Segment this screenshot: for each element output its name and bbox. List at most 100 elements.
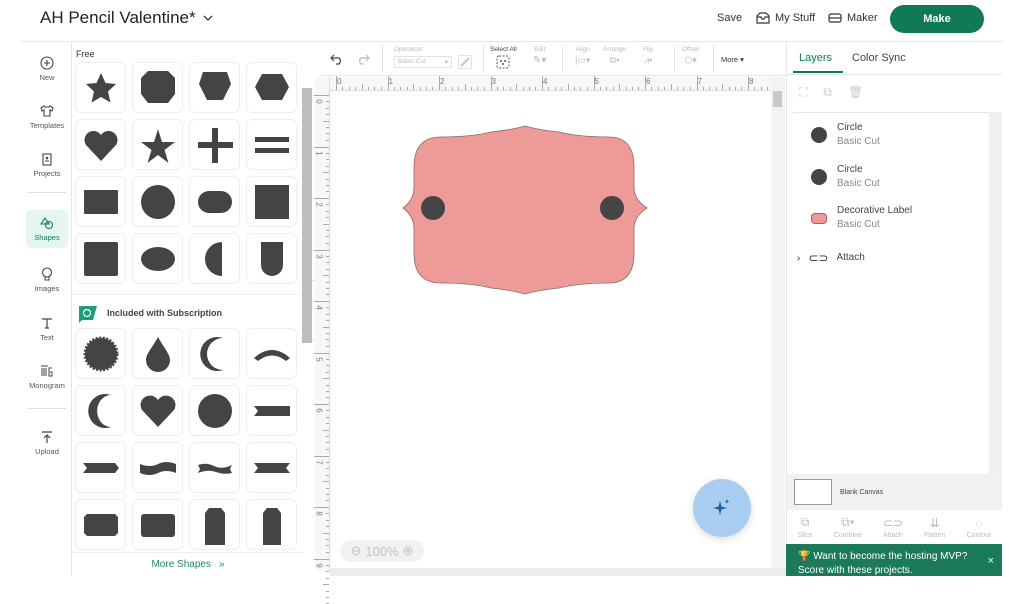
canvas-horizontal-scrollbar[interactable] (330, 568, 786, 576)
shape-tag[interactable] (189, 499, 240, 550)
layer-item[interactable]: Decorative Label Basic Cut (811, 204, 912, 232)
ruler-tick (326, 384, 329, 386)
layer-item[interactable]: Circle Basic Cut (811, 121, 880, 149)
zoom-in-icon[interactable]: ⊕ (403, 543, 414, 559)
canvas-vertical-scrollbar[interactable] (771, 77, 785, 568)
shape-tag-narrow[interactable] (246, 499, 297, 550)
shape-plus[interactable] (189, 119, 240, 170)
shape-square[interactable] (246, 176, 297, 227)
shape-crescent[interactable] (189, 328, 240, 379)
shape-rounded-square[interactable] (75, 233, 126, 284)
contour-button[interactable]: ◌ Contour (967, 516, 992, 539)
ruler-tick-label: 3 (491, 77, 496, 86)
project-title[interactable]: AH Pencil Valentine* (40, 8, 214, 28)
ruler-tick (748, 76, 749, 90)
shape-pentagon[interactable] (189, 62, 240, 113)
nav-text[interactable]: Text (26, 316, 68, 342)
flatten-button[interactable]: ⇊ Flatten (924, 516, 945, 539)
shape-star-thin[interactable] (132, 119, 183, 170)
operation-select[interactable]: Basic Cut ▾ (394, 56, 452, 68)
shape-half-circle[interactable] (189, 233, 240, 284)
more-shapes-link[interactable]: More Shapes » (72, 552, 304, 576)
shape-crescent-thin[interactable] (75, 385, 126, 436)
nav-new[interactable]: New (26, 56, 68, 82)
tab-color-sync[interactable]: Color Sync (852, 52, 906, 64)
shape-star[interactable] (75, 62, 126, 113)
offset-button[interactable]: Offset ⬡▾ (682, 46, 699, 66)
delete-icon[interactable]: 🗑 (848, 85, 863, 100)
ruler-tick (651, 87, 653, 90)
shape-banner-notch[interactable] (246, 385, 297, 436)
undo-icon[interactable] (330, 53, 344, 65)
nav-upload[interactable]: Upload (26, 430, 68, 456)
circle-shape-right[interactable] (600, 196, 624, 220)
ai-assist-button[interactable] (693, 479, 751, 537)
ruler-tick (326, 281, 329, 283)
ruler-tick (638, 87, 640, 90)
shape-equals[interactable] (246, 119, 297, 170)
ruler-tick (689, 87, 691, 90)
make-button[interactable]: Make (890, 5, 984, 33)
ruler-tick (458, 87, 460, 90)
layer-swatch (811, 169, 827, 185)
ruler-tick (314, 95, 329, 96)
shapes-panel-scrollbar[interactable] (302, 88, 312, 343)
linetype-color-icon[interactable] (458, 55, 472, 69)
shape-wave-banner[interactable] (132, 442, 183, 493)
zoom-out-icon[interactable]: ⊖ (350, 543, 361, 559)
blank-canvas-item[interactable]: Blank Canvas (787, 474, 1002, 510)
ruler-tick (326, 539, 329, 540)
shape-starburst[interactable] (75, 328, 126, 379)
nav-templates[interactable]: Templates (26, 104, 68, 130)
circle-shape-left[interactable] (421, 196, 445, 220)
nav-shapes[interactable]: Shapes (26, 210, 68, 248)
ruler-tick (326, 571, 329, 573)
nav-monogram[interactable]: Monogram (26, 364, 68, 390)
shape-label-notched[interactable] (75, 499, 126, 550)
shape-scalloped-circle[interactable] (189, 385, 240, 436)
layer-list-scrollbar[interactable] (989, 112, 1002, 474)
nav-images[interactable]: Images (26, 267, 68, 293)
shape-octagon[interactable] (132, 62, 183, 113)
select-all-button[interactable]: Select All (490, 46, 517, 69)
shape-heart-sub[interactable] (132, 385, 183, 436)
shape-heart[interactable] (75, 119, 126, 170)
maker-button[interactable]: Maker (828, 12, 878, 24)
promo-banner[interactable]: 🏆 Want to become the hosting MVP? Score … (786, 544, 1002, 576)
redo-icon[interactable] (356, 53, 370, 65)
edit-button[interactable]: Edit ✎▾ (533, 46, 546, 66)
shape-hexagon[interactable] (246, 62, 297, 113)
canvas-scroll-thumb[interactable] (773, 91, 782, 107)
ruler-tick-label: 0 (337, 77, 342, 86)
shape-oval[interactable] (132, 233, 183, 284)
shape-banner-arrow[interactable] (75, 442, 126, 493)
attach-button[interactable]: ⊂⊃ Attach (883, 516, 903, 539)
shape-banner-double-notch[interactable] (246, 442, 297, 493)
shape-teardrop[interactable] (132, 328, 183, 379)
edit-toolbar: Operation Basic Cut ▾ Select All Edit ✎▾ … (320, 42, 786, 76)
arrange-button[interactable]: Arrange ⧉▾ (603, 46, 626, 66)
shape-ribbon-wave[interactable] (189, 442, 240, 493)
align-button[interactable]: Align |▭▾ (575, 46, 590, 66)
shape-circle[interactable] (132, 176, 183, 227)
layer-item[interactable]: Circle Basic Cut (811, 163, 880, 191)
shape-arc[interactable] (246, 328, 297, 379)
combine-button[interactable]: ⧉▾ Combine (834, 515, 862, 539)
tab-layers[interactable]: Layers (799, 52, 832, 64)
close-icon[interactable]: × (988, 554, 994, 568)
group-icon[interactable]: ⛶ (799, 85, 807, 100)
toolbar-divider (562, 46, 563, 72)
more-button[interactable]: More ▾ (721, 55, 744, 64)
shape-label-rounded[interactable] (132, 499, 183, 550)
save-button[interactable]: Save (717, 12, 742, 24)
nav-projects[interactable]: Projects (26, 152, 68, 178)
shape-rounded-rectangle[interactable] (189, 176, 240, 227)
my-stuff-button[interactable]: My Stuff (756, 12, 815, 24)
shape-arch[interactable] (246, 233, 297, 284)
chevron-right-icon[interactable]: › (797, 253, 800, 264)
slice-button[interactable]: ⧉ Slice (798, 515, 813, 539)
shape-rectangle[interactable] (75, 176, 126, 227)
duplicate-icon[interactable]: ⧉ (823, 85, 832, 100)
flip-button[interactable]: Flip ⩘▾ (643, 46, 653, 66)
attach-group[interactable]: › ⊂⊃ Attach (797, 251, 865, 265)
